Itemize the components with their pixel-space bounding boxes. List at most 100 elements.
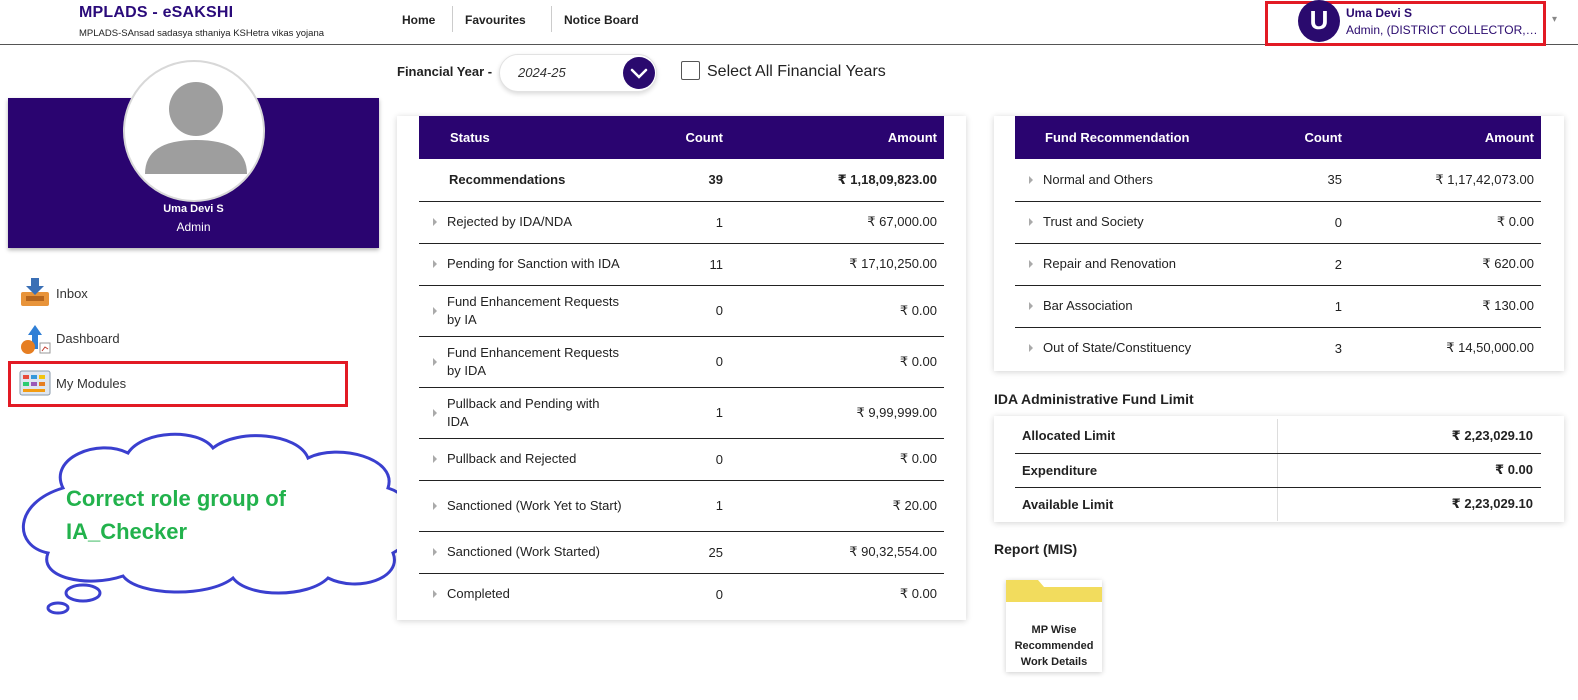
chevron-down-icon [630,68,648,79]
row-label-cell: Bar Association [1015,285,1255,328]
expand-arrow-icon[interactable] [433,218,437,226]
table-row[interactable]: Sanctioned (Work Started) 25 ₹ 90,32,554.0… [419,531,944,574]
nav-divider [551,6,552,32]
row-amount: ₹ 67,000.00 [723,201,944,244]
table-row[interactable]: Pullback and Pending with IDA 1 ₹ 9,99,999… [419,387,944,439]
sidebar-item-dashboard[interactable]: Dashboard [18,321,338,357]
row-count: 0 [715,586,723,602]
table-row[interactable]: Trust and Society 0 ₹ 0.00 [1015,201,1541,244]
limit-amount: ₹ 2,23,029.10 [1276,419,1541,454]
report-card-label[interactable]: MP Wise Recommended Work Details [1006,622,1102,670]
row-label: Fund Enhancement Requests by IDA [447,344,619,378]
row-amount: ₹ 20.00 [723,480,944,532]
avatar [123,60,265,202]
row-label: Fund Enhancement Requests by IA [447,293,619,327]
expand-arrow-icon[interactable] [433,260,437,268]
ida-limit-table: Allocated Limit ₹ 2,23,029.10 Expenditure ₹… [1015,419,1541,521]
column-header-status: Status [450,130,490,145]
table-row[interactable]: Normal and Others 35 ₹ 1,17,42,073.00 [1015,159,1541,202]
row-amount: ₹ 90,32,554.00 [723,531,944,574]
row-label-cell: Trust and Society [1015,201,1255,244]
profile-name: Uma Devi S [163,203,224,215]
row-label-cell: Sanctioned (Work Started) [419,531,649,574]
limit-amount: ₹ 0.00 [1276,453,1541,488]
app-title[interactable]: MPLADS - eSAKSHI [79,4,233,22]
expand-arrow-icon[interactable] [1029,218,1033,226]
table-row: Available Limit ₹ 2,23,029.10 [1015,487,1541,521]
sidebar-item-inbox[interactable]: Inbox [18,276,338,312]
expand-arrow-icon[interactable] [1029,175,1033,184]
row-label-cell: Fund Enhancement Requests by IDA [419,336,649,388]
row-count: 0 [649,336,723,388]
expand-arrow-icon[interactable] [1029,302,1033,310]
table-row[interactable]: Sanctioned (Work Yet to Start) 1 ₹ 20.00 [419,480,944,532]
row-amount: ₹ 620.00 [1342,243,1541,286]
nav-home[interactable]: Home [402,13,435,27]
table-row[interactable]: Fund Enhancement Requests by IA 0 ₹ 0.00 [419,285,944,337]
modules-highlight-box [8,361,348,407]
financial-year-value[interactable]: 2024-25 [518,65,566,80]
row-label-cell: Repair and Renovation [1015,243,1255,286]
row-count: 1 [649,201,723,244]
row-label: Recommendations [449,171,566,187]
row-count: 0 [1255,201,1342,244]
row-label-cell: Out of State/Constituency [1015,327,1255,369]
expand-arrow-icon[interactable] [433,408,437,417]
expand-arrow-icon[interactable] [1029,344,1033,353]
table-row[interactable]: Bar Association 1 ₹ 130.00 [1015,285,1541,328]
chevron-down-icon[interactable]: ▾ [1552,14,1557,25]
row-amount: ₹ 130.00 [1342,285,1541,328]
user-silhouette-icon [145,82,247,174]
row-count: 1 [649,480,723,532]
row-label: Pullback and Pending with IDA [447,395,600,429]
financial-year-label: Financial Year - [397,64,493,79]
table-row[interactable]: Fund Enhancement Requests by IDA 0 ₹ 0.00 [419,336,944,388]
financial-year-dropdown-button[interactable] [623,57,655,89]
expand-arrow-icon[interactable] [433,455,437,463]
column-header-fund-recommendation: Fund Recommendation [1045,130,1190,145]
row-count: 3 [1334,340,1342,356]
row-amount: ₹ 0.00 [723,336,944,388]
table-row[interactable]: Recommendations 39 ₹ 1,18,09,823.00 [419,159,944,202]
table-row[interactable]: Repair and Renovation 2 ₹ 620.00 [1015,243,1541,286]
expand-arrow-icon[interactable] [433,306,437,315]
report-mis-title: Report (MIS) [994,541,1078,557]
column-header-amount: Amount [1484,130,1534,145]
row-label-cell: Pullback and Pending with IDA [419,387,649,439]
table-row: Expenditure ₹ 0.00 [1015,453,1541,488]
row-label: Rejected by IDA/NDA [447,214,572,229]
table-row[interactable]: Pullback and Rejected 0 ₹ 0.00 [419,438,944,481]
row-amount: ₹ 1,18,09,823.00 [723,159,944,202]
select-all-years-label[interactable]: Select All Financial Years [707,63,886,81]
row-label: Bar Association [1043,298,1133,313]
expand-arrow-icon[interactable] [433,548,437,556]
row-amount: ₹ 9,99,999.00 [723,387,944,439]
profile-role: Admin [176,220,211,234]
row-label: Normal and Others [1043,171,1153,187]
expand-arrow-icon[interactable] [433,357,437,366]
table-row[interactable]: Pending for Sanction with IDA 11 ₹ 17,10,2… [419,243,944,286]
row-amount: ₹ 0.00 [899,586,937,602]
nav-favourites[interactable]: Favourites [465,13,526,27]
table-row[interactable]: Rejected by IDA/NDA 1 ₹ 67,000.00 [419,201,944,244]
row-label: Completed [447,586,510,602]
row-label-cell: Pullback and Rejected [419,438,649,481]
table-row[interactable]: Completed 0 ₹ 0.00 [419,573,944,615]
nav-notice-board[interactable]: Notice Board [564,13,639,27]
user-role[interactable]: Admin, (DISTRICT COLLECTOR, CHENNAI) [1346,23,1538,37]
expand-arrow-icon[interactable] [433,501,437,510]
expand-arrow-icon[interactable] [1029,260,1033,268]
status-table: Status Count Amount Recommendations 39 ₹ 1… [419,116,944,615]
row-amount: ₹ 17,10,250.00 [723,243,944,286]
row-count: 25 [649,531,723,574]
row-count: 39 [649,159,723,202]
table-row[interactable]: Out of State/Constituency 3 ₹ 14,50,000.00 [1015,327,1541,369]
user-avatar[interactable]: U [1298,0,1340,42]
expand-arrow-icon[interactable] [433,590,437,599]
folder-icon [1006,580,1102,602]
annotation-text: Correct role group of IA_Checker [66,486,287,544]
column-header-count: Count [1304,130,1342,145]
select-all-years-checkbox[interactable] [681,61,700,80]
user-name[interactable]: Uma Devi S [1346,6,1412,20]
nav-divider [452,6,453,32]
